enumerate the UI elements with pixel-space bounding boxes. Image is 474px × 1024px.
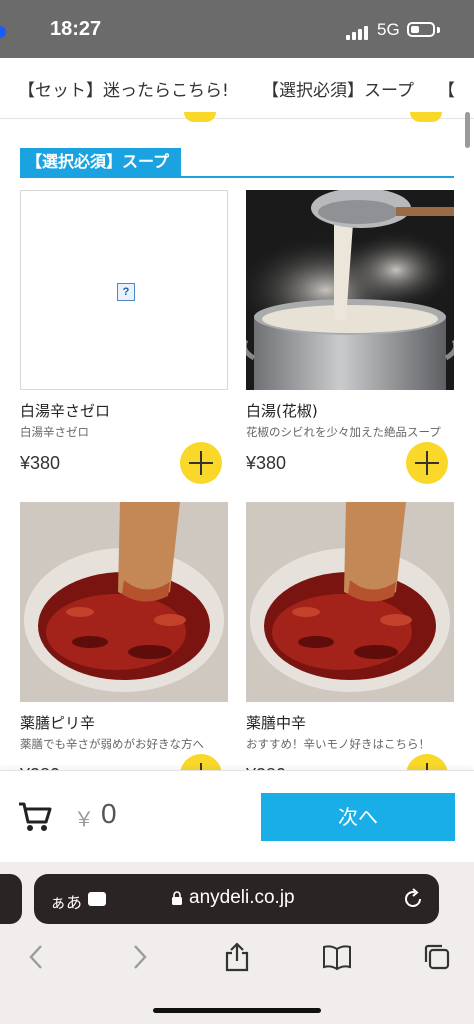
network-label: 5G <box>377 20 400 39</box>
browser-toolbar: ぁあ anydeli.co.jp <box>0 862 474 1024</box>
chili-mortar-photo <box>20 502 228 702</box>
product-name: 白湯辛さゼロ <box>20 402 111 420</box>
currency-symbol: ￥ <box>74 809 94 831</box>
lock-icon <box>172 891 182 905</box>
tab-set[interactable]: 【セット】迷ったらこちら! <box>18 76 229 101</box>
url-domain[interactable]: anydeli.co.jp <box>189 887 295 909</box>
share-icon[interactable] <box>222 942 252 972</box>
status-time: 18:27 <box>50 18 102 40</box>
forward-icon[interactable] <box>124 942 154 972</box>
chili-mortar-photo <box>246 502 454 702</box>
product-description: おすすめ！辛いモノ好きはこちら！ <box>246 737 430 751</box>
back-icon[interactable] <box>22 942 52 972</box>
text-size-button[interactable]: ぁあ <box>50 889 82 913</box>
broken-image-icon: ? <box>117 283 135 301</box>
home-indicator <box>153 1008 321 1013</box>
reload-icon[interactable] <box>401 887 425 911</box>
product-image[interactable]: ? <box>20 190 228 390</box>
recording-indicator-icon <box>0 26 6 38</box>
product-price: ¥380 <box>246 453 287 473</box>
product-image[interactable] <box>20 502 228 702</box>
previous-tab[interactable] <box>0 874 22 924</box>
tab-soup[interactable]: 【選択必須】スープ <box>262 76 414 101</box>
product-description: 薬膳でも辛さが弱めがお好きな方へ <box>20 737 204 751</box>
extension-icon[interactable] <box>88 892 106 906</box>
product-image[interactable] <box>246 502 454 702</box>
add-to-cart-button[interactable] <box>406 442 448 484</box>
status-bar: 18:27 5G <box>0 0 474 58</box>
battery-icon <box>407 22 435 37</box>
battery-tip-icon <box>437 27 440 33</box>
add-button-peek[interactable] <box>184 112 216 122</box>
product-price: ¥380 <box>20 453 61 473</box>
add-button-peek[interactable] <box>410 112 442 122</box>
tab-next[interactable]: 【 <box>438 76 455 101</box>
section-header: 【選択必須】スープ <box>20 148 454 178</box>
address-bar[interactable]: ぁあ anydeli.co.jp <box>34 874 439 924</box>
bookmarks-icon[interactable] <box>322 942 352 972</box>
cart-icon[interactable] <box>18 801 52 833</box>
next-button[interactable]: 次へ <box>261 793 455 841</box>
product-image[interactable] <box>246 190 454 390</box>
product-description: 花椒のシビれを少々加えた絶品スープ <box>246 425 441 439</box>
scrollbar[interactable] <box>465 112 470 148</box>
product-name: 薬膳中辛 <box>246 714 307 732</box>
cart-total: 0 <box>101 798 117 829</box>
category-tabs: 【セット】迷ったらこちら! 【選択必須】スープ 【 <box>0 58 474 119</box>
cart-bar: ￥ 0 次へ <box>0 770 474 863</box>
add-to-cart-button[interactable] <box>180 442 222 484</box>
soup-pour-photo <box>246 190 454 390</box>
product-name: 薬膳ピリ辛 <box>20 714 96 732</box>
tabs-icon[interactable] <box>422 942 452 972</box>
product-name: 白湯(花椒) <box>246 402 318 420</box>
signal-icon <box>346 24 370 40</box>
section-underline <box>20 176 454 178</box>
product-description: 白湯辛さゼロ <box>20 425 89 439</box>
section-title: 【選択必須】スープ <box>20 148 182 176</box>
